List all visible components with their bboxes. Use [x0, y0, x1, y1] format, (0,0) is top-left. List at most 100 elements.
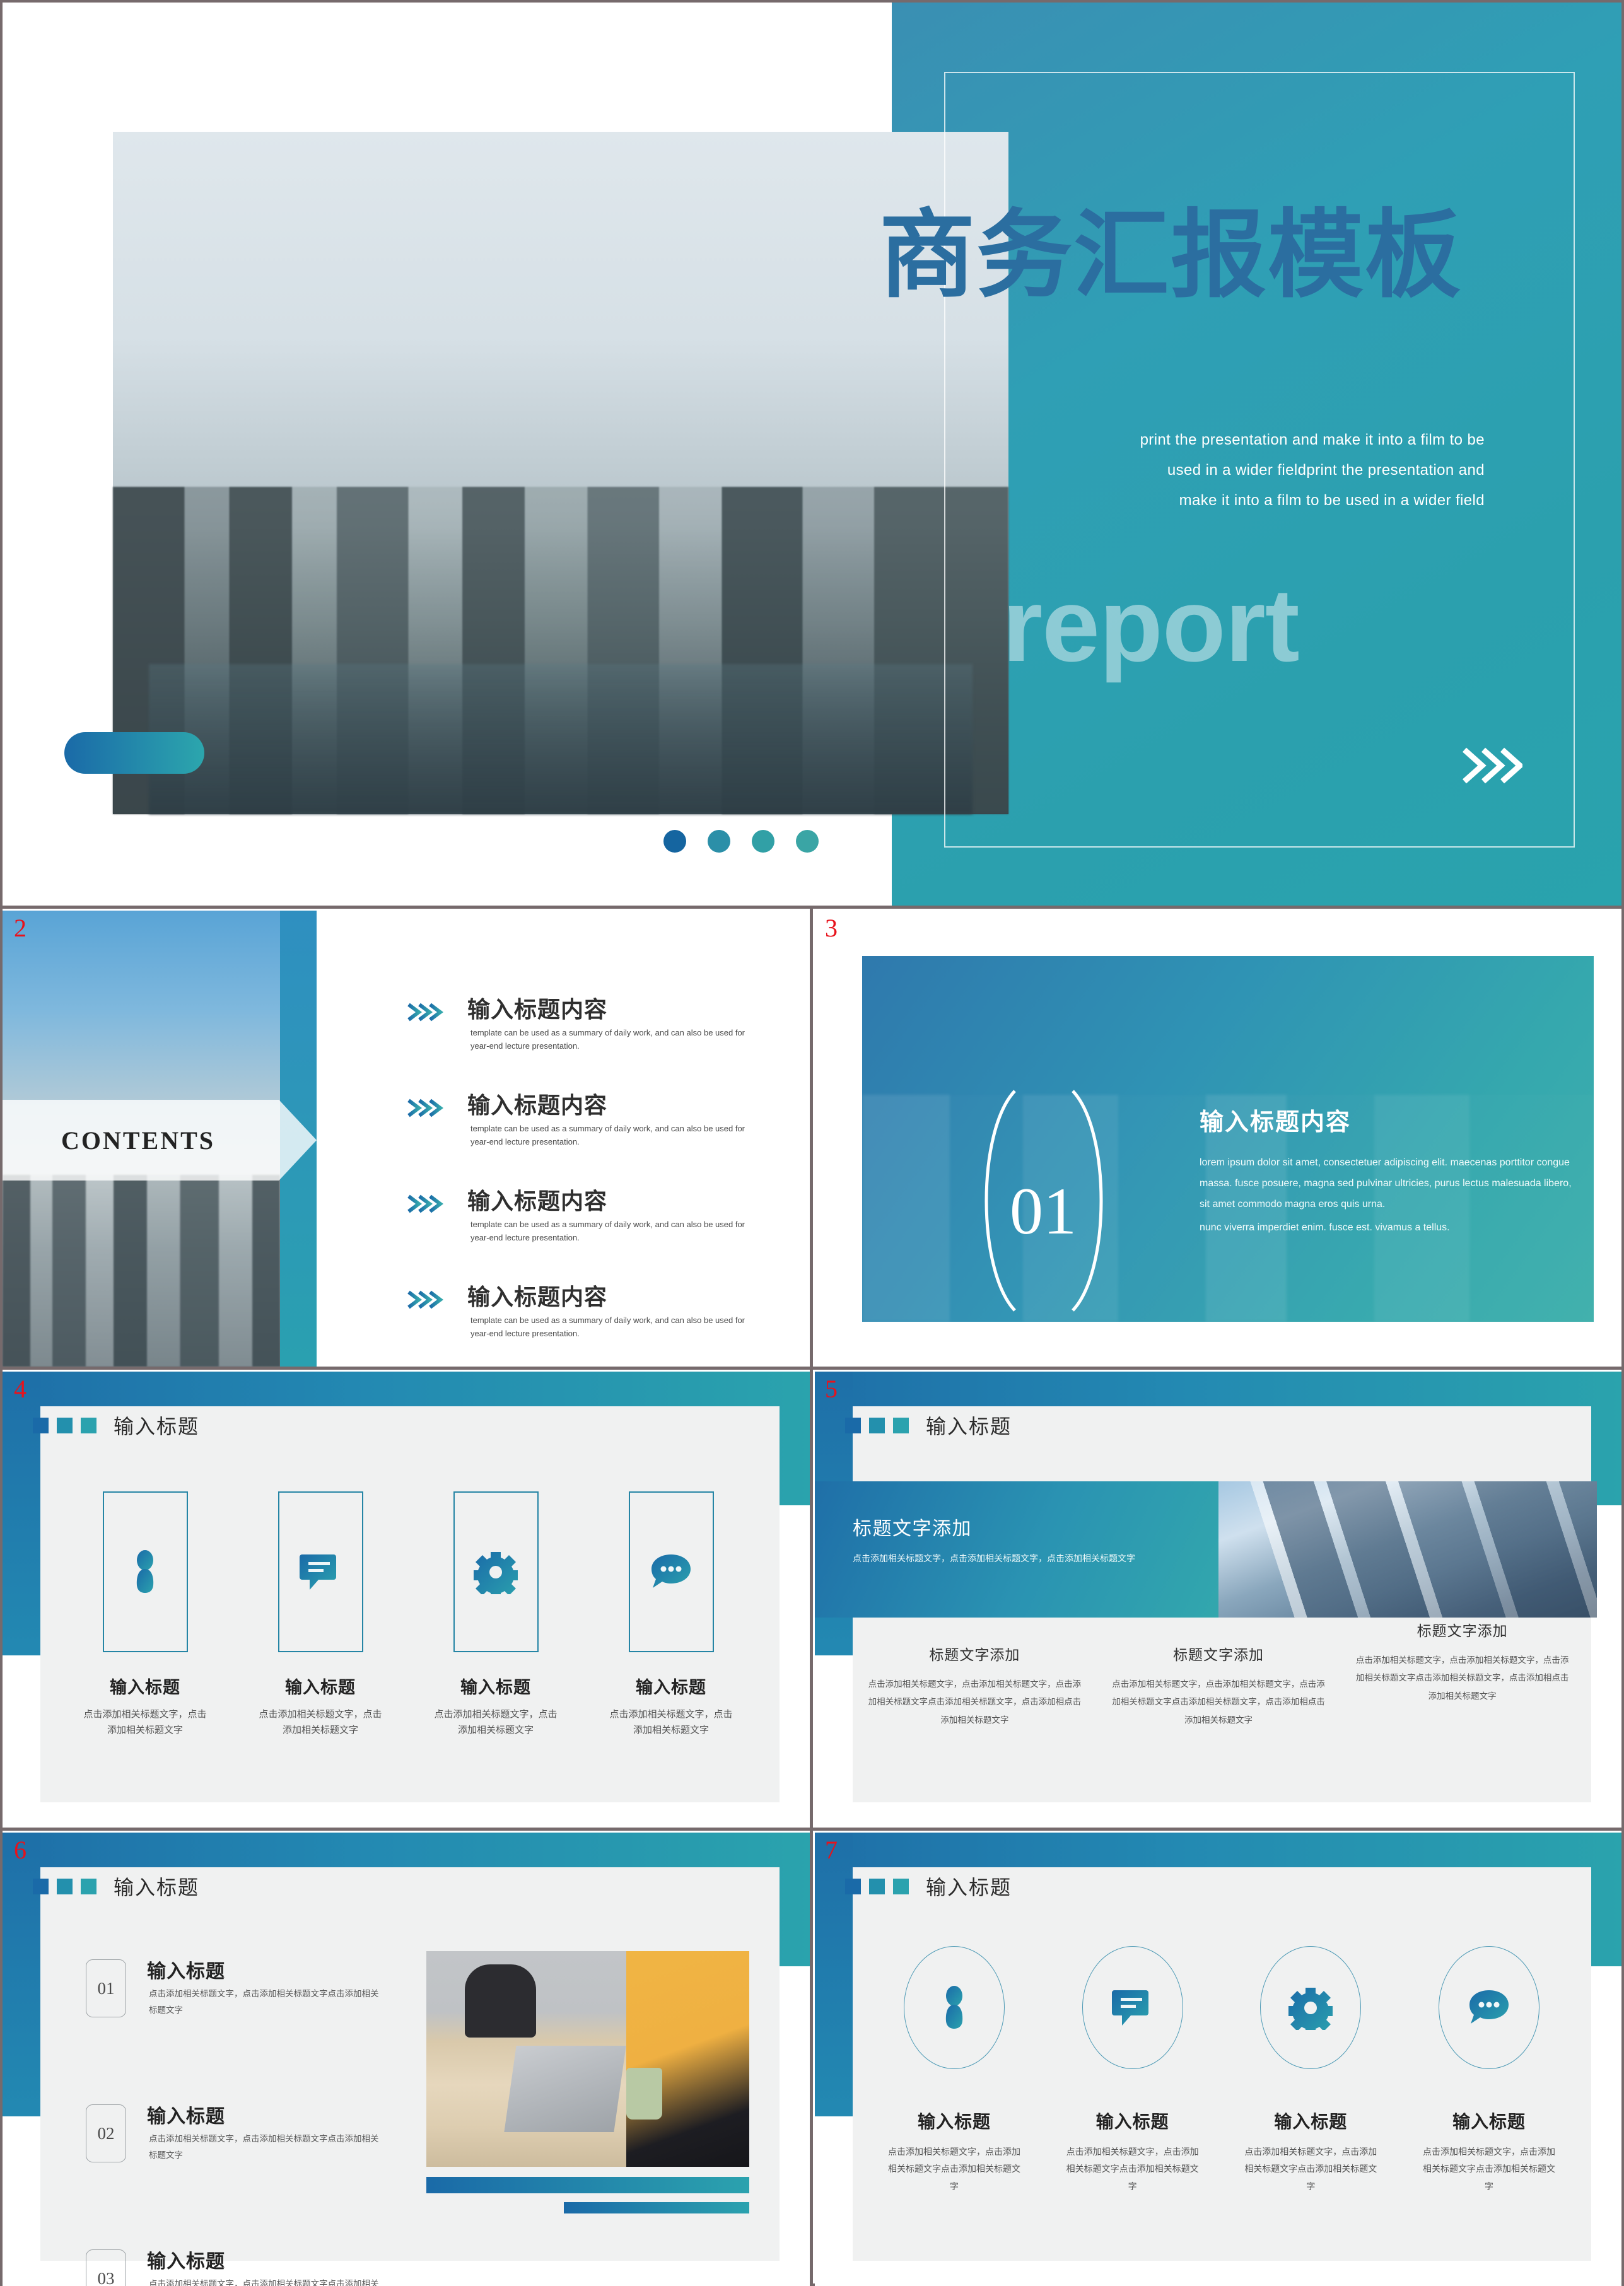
chat-icon	[651, 1554, 691, 1588]
section-title: 输入标题内容	[1200, 1109, 1352, 1136]
accent-bar-wide	[426, 2177, 749, 2193]
square-marker-1	[845, 1878, 861, 1894]
triple-chevron-icon	[406, 1097, 445, 1119]
list-item-title: 输入标题内容	[467, 1188, 608, 1214]
icon-box-title: 输入标题	[460, 1678, 531, 1697]
slide-number-5: 5	[825, 1375, 838, 1403]
circle-icon-title: 输入标题	[917, 2112, 991, 2131]
section-body: lorem ipsum dolor sit amet, consectetuer…	[1200, 1157, 1572, 1210]
triple-chevron-icon	[406, 1193, 445, 1215]
icon-box-desc: 点击添加相关标题文字，点击添加相关标题文字	[83, 1709, 207, 1735]
feature-building-photo	[1218, 1481, 1597, 1618]
icon-box-cell[interactable]: 输入标题 点击添加相关标题文字，点击添加相关标题文字	[83, 1491, 207, 1739]
slide-4-icon-boxes[interactable]: 4 输入标题 输入标题 点击添加相关标题文字，点击添加相关标题文字 输入标题 点…	[3, 1372, 810, 1828]
slide-heading: 输入标题	[114, 1415, 200, 1438]
square-marker-2	[869, 1417, 885, 1433]
circle-icon-cell[interactable]: 输入标题 点击添加相关标题文字，点击添加相关标题文字点击添加相关标题文字	[1241, 1946, 1381, 2195]
column-desc: 点击添加相关标题文字，点击添加相关标题文字，点击添加相关标题文字点击添加相关标题…	[1355, 1655, 1569, 1701]
icon-box-cell[interactable]: 输入标题 点击添加相关标题文字，点击添加相关标题文字	[434, 1491, 558, 1739]
double-chevron-right-icon[interactable]	[1459, 744, 1524, 788]
dot-3[interactable]	[752, 830, 774, 853]
slide-1-cover[interactable]: 商务汇报模板 print the presentation and make i…	[3, 3, 1621, 906]
cover-watermark-report: report	[1002, 567, 1300, 683]
photo-laptop	[504, 2046, 626, 2133]
icon-box-desc: 点击添加相关标题文字，点击添加相关标题文字	[609, 1709, 733, 1735]
presentation-preview-page: 商务汇报模板 print the presentation and make i…	[0, 0, 1624, 2286]
photo-person	[626, 1951, 749, 2167]
cover-accent-pill	[64, 732, 204, 774]
square-marker-3	[893, 1878, 909, 1894]
slide-5-image-columns[interactable]: 5 输入标题 标题文字添加 点击添加相关标题文字，点击添加相关标题文字，点击添加…	[815, 1372, 1621, 1828]
column-desc: 点击添加相关标题文字，点击添加相关标题文字，点击添加相关标题文字点击添加相关标题…	[868, 1679, 1082, 1725]
column-cell[interactable]: 标题文字添加 点击添加相关标题文字，点击添加相关标题文字，点击添加相关标题文字点…	[1340, 1619, 1584, 1705]
slide-heading-group: 输入标题	[845, 1872, 1012, 1901]
column-title: 标题文字添加	[929, 1647, 1020, 1663]
slide-3-section-divider[interactable]: 3 01 输入标题内容 lorem ipsum dolor sit amet, …	[815, 911, 1621, 1367]
list-item[interactable]: 输入标题内容 template can be used as a summary…	[406, 1183, 785, 1279]
cover-description: print the presentation and make it into …	[1140, 431, 1485, 509]
list-item-desc: 点击添加相关标题文字，点击添加相关标题文字点击添加相关标题文字	[149, 2134, 379, 2161]
step-number-badge: 02	[86, 2104, 126, 2162]
slide-number-2: 2	[14, 914, 26, 942]
list-item[interactable]: 输入标题内容 template can be used as a summary…	[406, 1279, 785, 1367]
circle-icon-title: 输入标题	[1452, 2112, 1526, 2131]
list-item-desc: template can be used as a summary of dai…	[470, 1315, 745, 1338]
message-icon	[1111, 1990, 1148, 2026]
circle-icon-desc: 点击添加相关标题文字，点击添加相关标题文字点击添加相关标题文字	[1422, 2147, 1555, 2191]
feature-desc: 点击添加相关标题文字，点击添加相关标题文字，点击添加相关标题文字	[853, 1553, 1135, 1563]
slide-7-circle-icons[interactable]: 7 输入标题 输入标题 点击添加相关标题文字，点击添加相关标题文字点击添加相关标…	[815, 1833, 1621, 2286]
circle-icon-cell[interactable]: 输入标题 点击添加相关标题文字，点击添加相关标题文字点击添加相关标题文字	[1419, 1946, 1559, 2195]
column-divider-row2	[810, 909, 813, 1367]
column-cell[interactable]: 标题文字添加 点击添加相关标题文字，点击添加相关标题文字，点击添加相关标题文字点…	[853, 1643, 1097, 1729]
square-marker-2	[869, 1878, 885, 1894]
contents-item-list: 输入标题内容 template can be used as a summary…	[406, 991, 785, 1367]
dot-4[interactable]	[796, 830, 819, 853]
dot-1[interactable]	[663, 830, 686, 853]
list-item-title: 输入标题	[147, 1961, 225, 1982]
cover-dot-indicators[interactable]	[663, 830, 819, 853]
icon-box-grid: 输入标题 点击添加相关标题文字，点击添加相关标题文字 输入标题 点击添加相关标题…	[83, 1491, 733, 1739]
square-marker-1	[845, 1417, 861, 1433]
slide-heading: 输入标题	[926, 1876, 1012, 1899]
accent-bar-narrow	[564, 2202, 749, 2213]
list-item-title: 输入标题内容	[467, 1092, 608, 1118]
list-item[interactable]: 02 输入标题 点击添加相关标题文字，点击添加相关标题文字点击添加相关标题文字	[86, 2101, 382, 2179]
list-item-desc: 点击添加相关标题文字，点击添加相关标题文字点击添加相关标题文字	[149, 1989, 379, 2015]
column-cell[interactable]: 标题文字添加 点击添加相关标题文字，点击添加相关标题文字，点击添加相关标题文字点…	[1097, 1643, 1341, 1729]
icon-frame	[102, 1491, 188, 1652]
icon-box-desc: 点击添加相关标题文字，点击添加相关标题文字	[259, 1709, 382, 1735]
list-item-title: 输入标题	[147, 2251, 225, 2272]
slide-heading-group: 输入标题	[33, 1872, 199, 1901]
list-item-title: 输入标题内容	[467, 996, 608, 1022]
slide-number-3: 3	[825, 914, 838, 942]
cover-title: 商务汇报模板	[879, 202, 1462, 309]
feature-title: 标题文字添加	[853, 1519, 972, 1539]
dot-2[interactable]	[708, 830, 730, 853]
slide-2-contents[interactable]: 2 CONTENTS 输入标题内容 template can be used a…	[3, 911, 810, 1367]
list-item[interactable]: 01 输入标题 点击添加相关标题文字，点击添加相关标题文字点击添加相关标题文字	[86, 1956, 382, 2034]
column-title: 标题文字添加	[1172, 1647, 1264, 1663]
icon-circle-frame	[1438, 1946, 1539, 2069]
cover-cityscape-photo	[113, 132, 1008, 814]
square-marker-3	[893, 1417, 909, 1433]
column-group: 标题文字添加 点击添加相关标题文字，点击添加相关标题文字，点击添加相关标题文字点…	[853, 1623, 1584, 1729]
circle-icon-cell[interactable]: 输入标题 点击添加相关标题文字，点击添加相关标题文字点击添加相关标题文字	[1063, 1946, 1203, 2195]
list-item[interactable]: 输入标题内容 template can be used as a summary…	[406, 1087, 785, 1183]
circle-icon-grid: 输入标题 点击添加相关标题文字，点击添加相关标题文字点击添加相关标题文字 输入标…	[884, 1946, 1559, 2195]
office-desk-photo	[426, 1951, 749, 2167]
icon-circle-frame	[1260, 1946, 1362, 2069]
icon-box-cell[interactable]: 输入标题 点击添加相关标题文字，点击添加相关标题文字	[259, 1491, 382, 1739]
icon-box-cell[interactable]: 输入标题 点击添加相关标题文字，点击添加相关标题文字	[609, 1491, 733, 1739]
slide-6-numbered-list[interactable]: 6 输入标题 01 输入标题 点击添加相关标题文字，点击添加相关标题文字点击添加…	[3, 1833, 810, 2286]
message-icon	[300, 1554, 336, 1590]
icon-circle-frame	[904, 1946, 1005, 2069]
list-item[interactable]: 03 输入标题 点击添加相关标题文字，点击添加相关标题文字点击添加相关标题文字	[86, 2246, 382, 2286]
photo-mug	[626, 2067, 662, 2120]
square-marker-1	[33, 1417, 49, 1433]
square-marker-3	[81, 1878, 96, 1894]
square-marker-1	[33, 1878, 49, 1894]
slide-heading-group: 输入标题	[845, 1411, 1012, 1440]
section-number: 01	[1010, 1174, 1077, 1248]
circle-icon-cell[interactable]: 输入标题 点击添加相关标题文字，点击添加相关标题文字点击添加相关标题文字	[884, 1946, 1024, 2195]
list-item[interactable]: 输入标题内容 template can be used as a summary…	[406, 991, 785, 1087]
